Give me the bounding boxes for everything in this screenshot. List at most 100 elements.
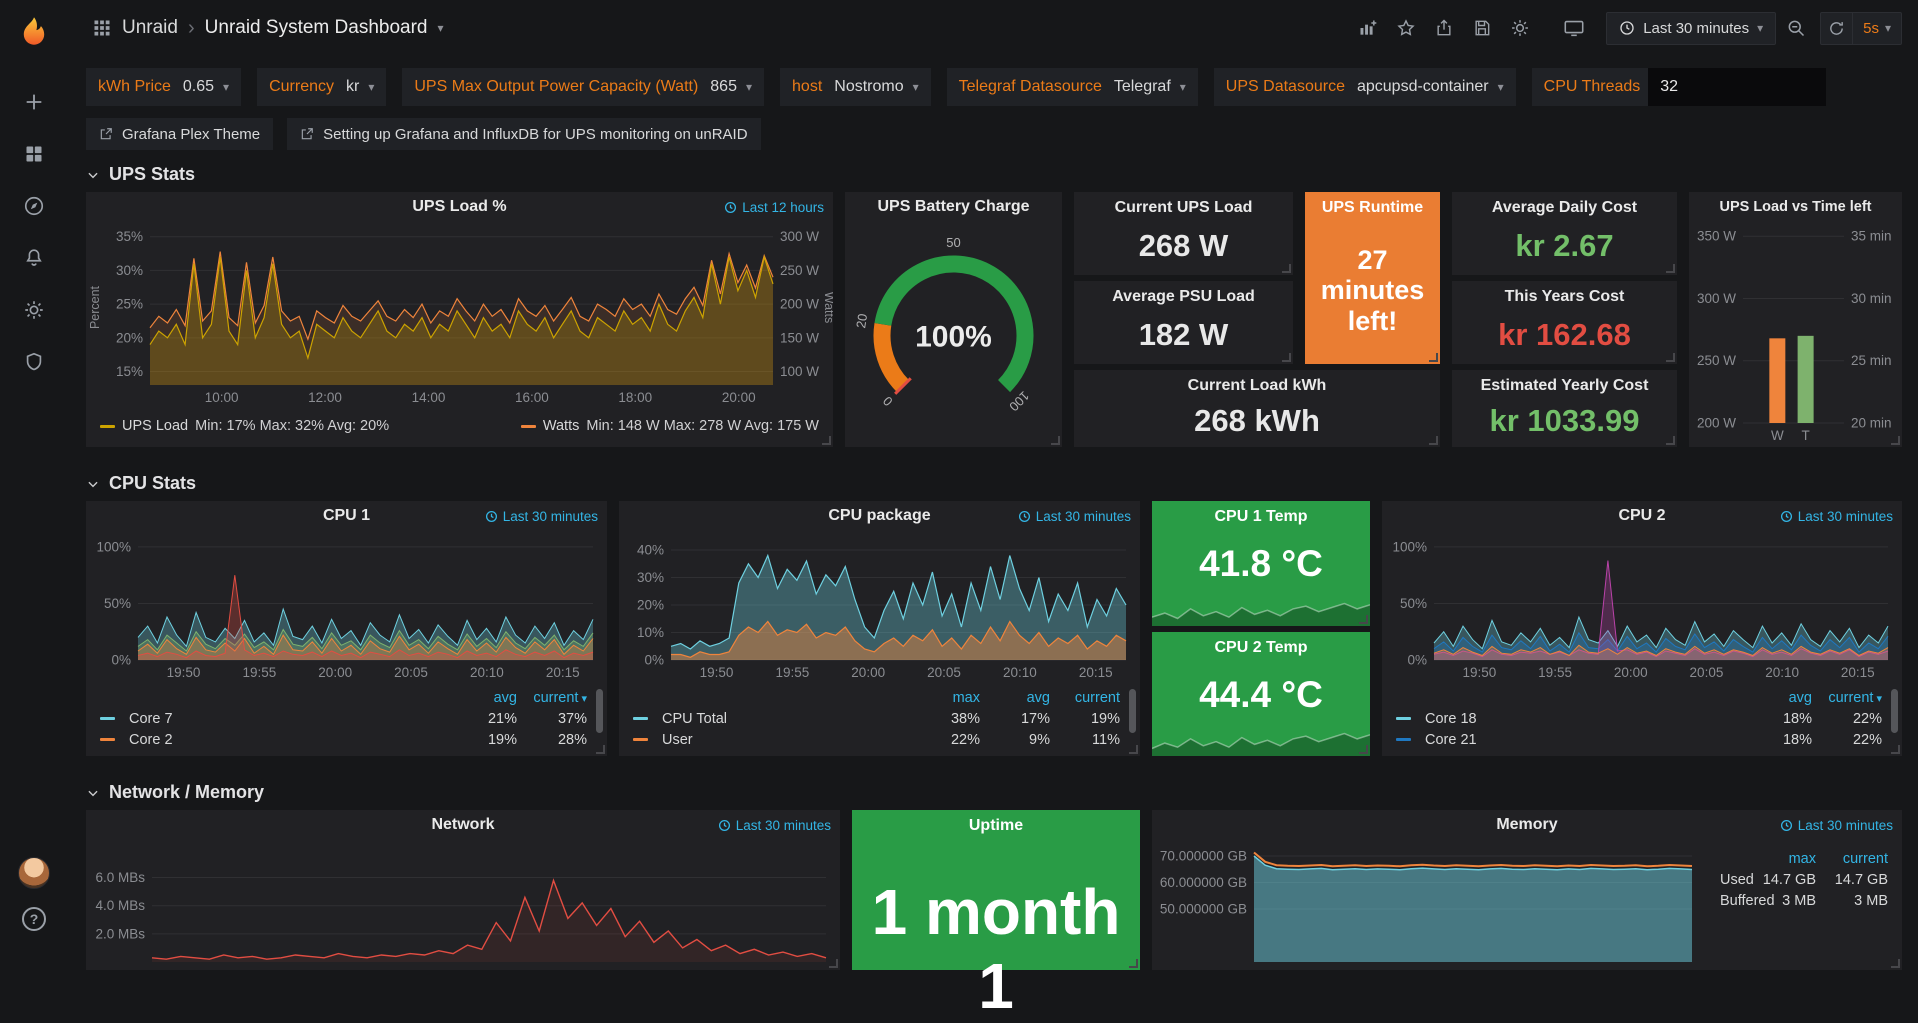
caret-down-icon: ▾ xyxy=(746,80,752,94)
legend-series-toggle[interactable]: UPS Load Min: 17% Max: 32% Avg: 20% xyxy=(100,418,389,434)
legend-series-toggle[interactable]: Watts Min: 148 W Max: 278 W Avg: 175 W xyxy=(521,418,819,434)
breadcrumb-folder[interactable]: Unraid xyxy=(122,17,178,39)
refresh-interval-button[interactable]: 5s ▾ xyxy=(1853,20,1901,37)
panel-title[interactable]: This Years Cost xyxy=(1505,288,1625,306)
dashboard-title[interactable]: Unraid System Dashboard xyxy=(205,17,428,39)
refresh-button[interactable] xyxy=(1821,13,1853,44)
dashboard-settings-button[interactable] xyxy=(1502,11,1538,45)
legend-sort-avg[interactable]: avg xyxy=(1742,690,1812,706)
panel-title[interactable]: Average PSU Load xyxy=(1112,288,1255,306)
panel-ups-load-vs-time-left: UPS Load vs Time left 350 W300 W250 W200… xyxy=(1689,192,1902,447)
panel-title[interactable]: CPU 1 xyxy=(323,507,370,525)
star-button[interactable] xyxy=(1388,11,1424,45)
plus-icon xyxy=(23,91,45,113)
legend-series-toggle[interactable]: Core 18 xyxy=(1392,711,1742,727)
svg-text:250 W: 250 W xyxy=(1697,353,1736,368)
network-chart[interactable]: 6.0 MBs4.0 MBs2.0 MBs xyxy=(86,840,840,970)
grafana-logo[interactable] xyxy=(12,10,56,56)
variable-value-dropdown[interactable]: apcupsd-container▾ xyxy=(1353,78,1516,96)
panel-timerange-link[interactable]: Last 30 minutes xyxy=(1018,501,1131,531)
panel-timerange-link[interactable]: Last 12 hours xyxy=(724,192,824,222)
cpu2-chart[interactable]: 100%50%0%19:5019:5520:0020:0520:1020:15 xyxy=(1382,531,1902,684)
panel-timerange-link[interactable]: Last 30 minutes xyxy=(1780,501,1893,531)
legend-sort-max[interactable]: max xyxy=(910,690,980,706)
legend-series-toggle[interactable]: CPU Total xyxy=(629,711,910,727)
memory-chart[interactable]: 70.000000 GB60.000000 GB50.000000 GB xyxy=(1152,840,1702,970)
legend-scrollbar[interactable] xyxy=(596,689,603,733)
panel-title[interactable]: CPU package xyxy=(828,507,930,525)
variable-value-dropdown[interactable]: Telegraf▾ xyxy=(1110,78,1198,96)
row-toggle-network-memory[interactable]: Network / Memory xyxy=(68,768,1918,810)
legend-value: 21% xyxy=(447,711,517,727)
panel-timerange-link[interactable]: Last 30 minutes xyxy=(718,810,831,840)
clock-icon xyxy=(1780,819,1793,832)
panel-title[interactable]: CPU 1 Temp xyxy=(1214,508,1307,526)
panel-title[interactable]: Memory xyxy=(1496,816,1557,834)
link-grafana-plex-theme[interactable]: Grafana Plex Theme xyxy=(86,118,273,150)
panel-title[interactable]: Uptime xyxy=(969,817,1023,835)
dashboards-button[interactable] xyxy=(12,132,56,176)
panel-title[interactable]: UPS Battery Charge xyxy=(877,198,1029,216)
ups-bars-chart[interactable]: 350 W300 W250 W200 W35 min30 min25 min20… xyxy=(1689,222,1902,447)
dashboard-picker-button[interactable] xyxy=(92,18,112,38)
row-toggle-cpu-stats[interactable]: CPU Stats xyxy=(68,459,1918,501)
cycle-view-button[interactable] xyxy=(1556,11,1592,45)
add-panel-button[interactable] xyxy=(1350,11,1386,45)
panel-title[interactable]: Average Daily Cost xyxy=(1492,199,1637,217)
cpu-threads-input[interactable] xyxy=(1648,68,1826,106)
row-toggle-ups-stats[interactable]: UPS Stats xyxy=(68,150,1918,192)
legend-series-toggle[interactable]: User xyxy=(629,732,910,748)
panel-title[interactable]: UPS Load % xyxy=(412,198,506,216)
variable-value-dropdown[interactable]: 865▾ xyxy=(706,78,764,96)
variable-label: host xyxy=(780,78,830,96)
panel-title[interactable]: Current UPS Load xyxy=(1115,199,1253,217)
legend-sort-current[interactable]: current xyxy=(517,690,587,706)
legend-sort-avg[interactable]: avg xyxy=(447,690,517,706)
legend-series-toggle[interactable]: Core 21 xyxy=(1392,732,1742,748)
variable-value-dropdown[interactable]: kr▾ xyxy=(342,78,386,96)
legend: UPS Load Min: 17% Max: 32% Avg: 20% Watt… xyxy=(86,409,833,443)
legend-series-toggle[interactable]: Core 2 xyxy=(96,732,447,748)
panel-title[interactable]: CPU 2 Temp xyxy=(1214,639,1307,657)
panel-title[interactable]: UPS Runtime xyxy=(1322,199,1423,217)
user-avatar[interactable] xyxy=(18,857,50,889)
legend-header-row: avg current xyxy=(1392,687,1882,708)
configuration-button[interactable] xyxy=(12,288,56,332)
caret-down-icon[interactable]: ▾ xyxy=(437,21,443,35)
legend-sort-avg[interactable]: avg xyxy=(980,690,1050,706)
save-button[interactable] xyxy=(1464,11,1500,45)
panel-title[interactable]: Current Load kWh xyxy=(1188,377,1327,395)
panel-title[interactable]: Network xyxy=(431,816,494,834)
legend-sort-current[interactable]: current xyxy=(1816,851,1888,867)
legend-sort-max[interactable]: max xyxy=(1744,851,1816,867)
create-button[interactable] xyxy=(12,80,56,124)
time-picker-button[interactable]: Last 30 minutes ▾ xyxy=(1606,12,1776,45)
legend-scrollbar[interactable] xyxy=(1891,689,1898,733)
alerting-button[interactable] xyxy=(12,236,56,280)
series-marker xyxy=(633,717,648,720)
variable-value-dropdown[interactable]: Nostromo▾ xyxy=(830,78,930,96)
cpu-package-chart[interactable]: 40%30%20%10%0%19:5019:5520:0020:0520:102… xyxy=(619,531,1140,684)
legend-series-toggle[interactable]: Buffered xyxy=(1702,893,1744,909)
legend-scrollbar[interactable] xyxy=(1129,689,1136,733)
cpu1-chart[interactable]: 100%50%0%19:5019:5520:0020:0520:1020:15 xyxy=(86,531,607,684)
legend-sort-current[interactable]: current xyxy=(1050,690,1120,706)
panel-timerange-link[interactable]: Last 30 minutes xyxy=(485,501,598,531)
legend-sort-current[interactable]: current xyxy=(1812,690,1882,706)
legend-series-toggle[interactable]: Used xyxy=(1702,872,1744,888)
ups-load-chart[interactable]: 35%30%25%20%15%300 W250 W200 W150 W100 W… xyxy=(86,222,833,409)
zoom-out-button[interactable] xyxy=(1778,11,1814,45)
variable-value-dropdown[interactable]: 0.65▾ xyxy=(179,78,241,96)
panel-title[interactable]: CPU 2 xyxy=(1618,507,1665,525)
panel-timerange-link[interactable]: Last 30 minutes xyxy=(1780,810,1893,840)
legend-series-toggle[interactable]: Core 7 xyxy=(96,711,447,727)
panel-title[interactable]: UPS Load vs Time left xyxy=(1719,199,1871,215)
server-admin-button[interactable] xyxy=(12,340,56,384)
share-button[interactable] xyxy=(1426,11,1462,45)
panel-header: Network Last 30 minutes xyxy=(86,810,840,840)
help-icon[interactable]: ? xyxy=(22,907,46,931)
panel-title[interactable]: Estimated Yearly Cost xyxy=(1481,377,1649,395)
gear-icon xyxy=(1510,18,1530,38)
link-ups-monitoring-guide[interactable]: Setting up Grafana and InfluxDB for UPS … xyxy=(287,118,760,150)
explore-button[interactable] xyxy=(12,184,56,228)
